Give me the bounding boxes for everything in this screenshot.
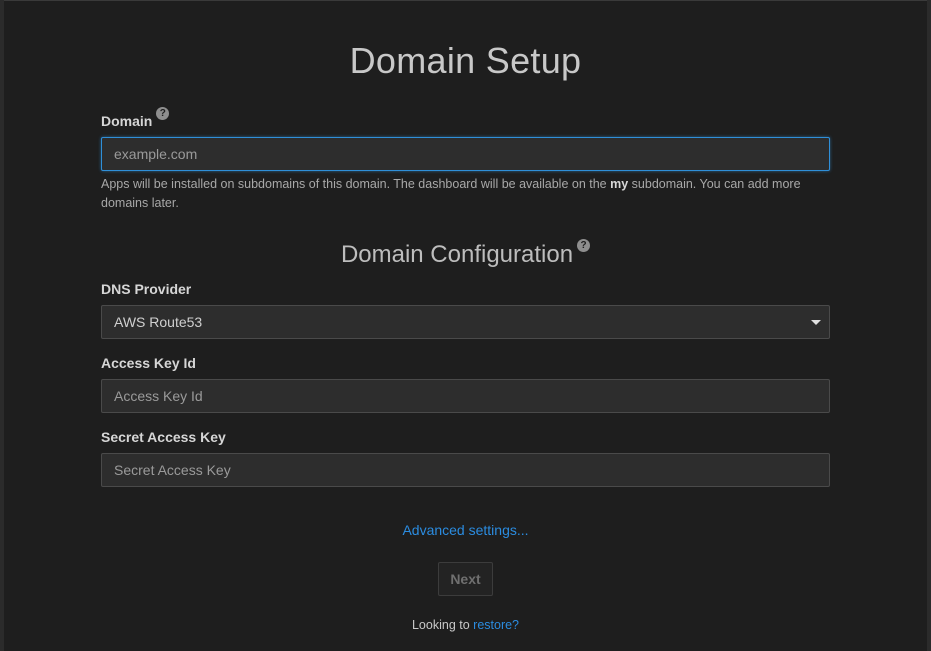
domain-configuration-title: Domain Configuration? — [101, 239, 830, 269]
domain-help-text-before: Apps will be installed on subdomains of … — [101, 177, 611, 191]
domain-help-text: Apps will be installed on subdomains of … — [101, 175, 830, 213]
dns-provider-label: DNS Provider — [101, 281, 192, 297]
page-title: Domain Setup — [349, 40, 582, 81]
chevron-down-icon — [811, 320, 821, 325]
domain-configuration-title-text: Domain Configuration — [340, 241, 574, 268]
dns-provider-select[interactable]: AWS Route53 — [101, 305, 830, 339]
next-button[interactable]: Next — [438, 562, 493, 596]
secret-access-key-input[interactable] — [101, 453, 830, 487]
domain-input[interactable] — [101, 137, 830, 171]
domain-configuration-help-icon[interactable]: ? — [577, 239, 591, 252]
advanced-settings-link[interactable]: Advanced settings... — [402, 522, 528, 538]
restore-link[interactable]: restore? — [473, 618, 519, 632]
dns-provider-selected-value: AWS Route53 — [114, 314, 203, 330]
setup-panel: Domain Setup Domain? Apps will be instal… — [4, 0, 927, 651]
restore-line: Looking to restore? — [101, 618, 830, 632]
domain-help-text-bold: my — [610, 177, 629, 191]
advanced-settings-row: Advanced settings... — [101, 522, 830, 538]
domain-help-icon[interactable]: ? — [156, 107, 170, 120]
domain-label-row: Domain? — [101, 107, 170, 129]
restore-prefix: Looking to — [411, 618, 474, 632]
secret-access-key-label: Secret Access Key — [101, 429, 226, 445]
access-key-id-input[interactable] — [101, 379, 830, 413]
domain-label: Domain — [101, 113, 153, 129]
access-key-id-label: Access Key Id — [101, 355, 196, 371]
